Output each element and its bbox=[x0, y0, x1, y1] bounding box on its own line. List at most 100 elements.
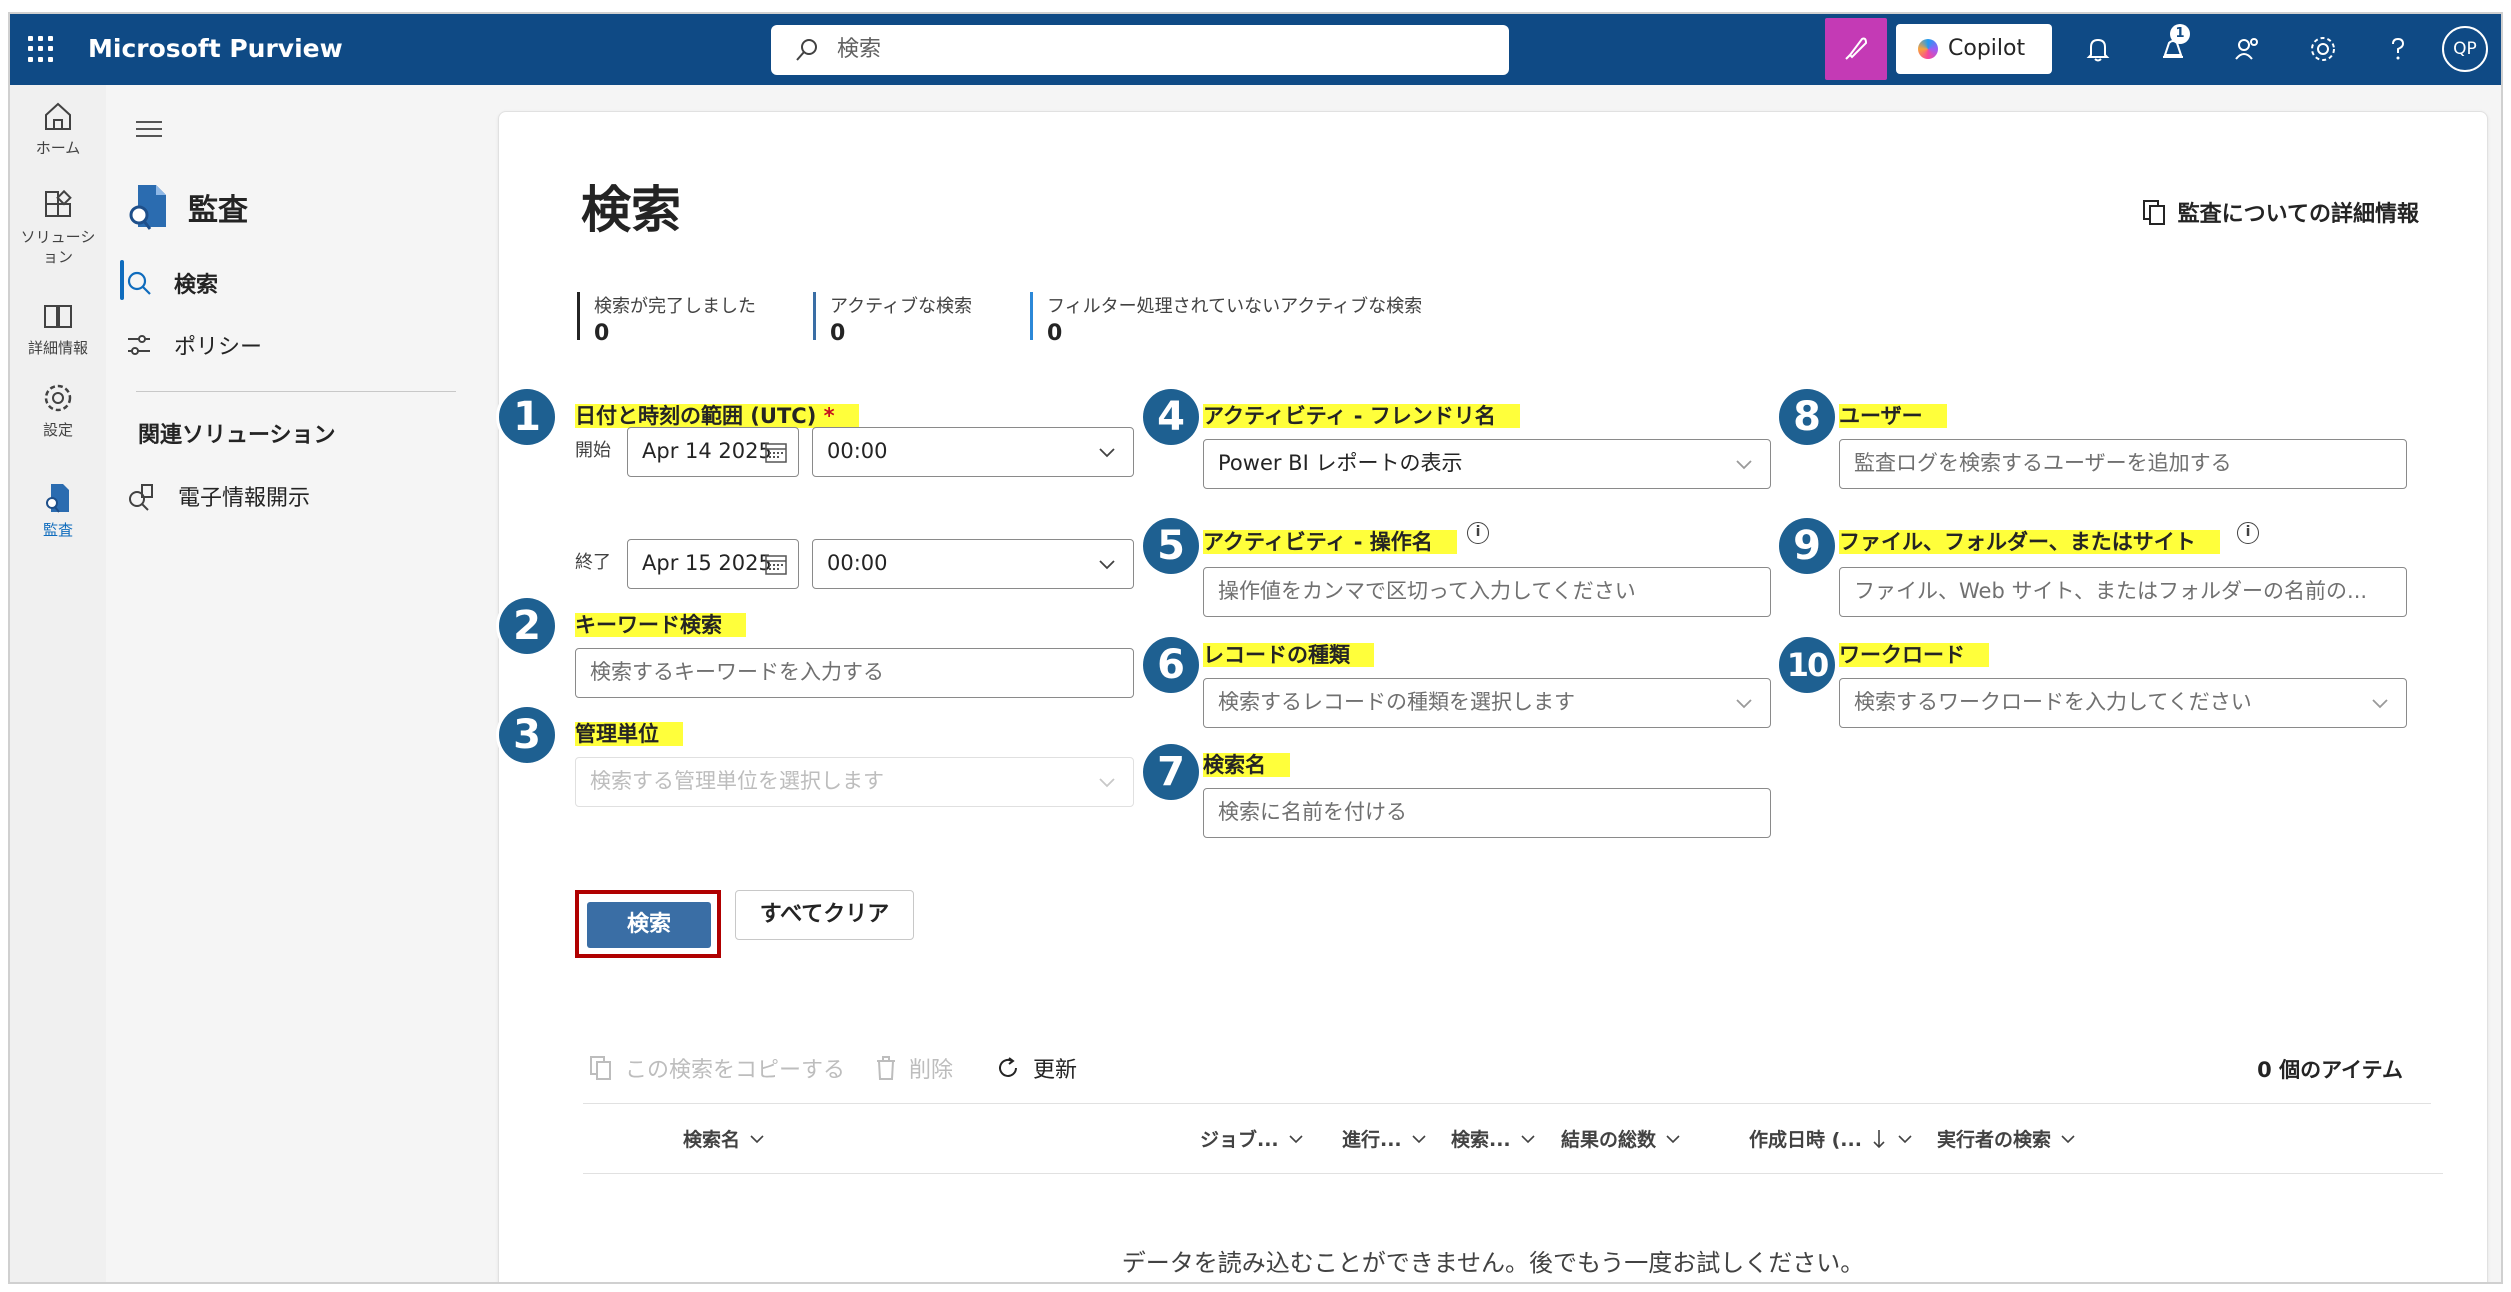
rail-item-settings[interactable]: 設定 bbox=[10, 381, 106, 440]
help-icon[interactable] bbox=[2380, 31, 2416, 67]
column-header-progress[interactable]: 進行... bbox=[1342, 1125, 1428, 1152]
rail-item-learn[interactable]: 詳細情報 bbox=[10, 299, 106, 358]
record-type-label-text: レコードの種類 bbox=[1203, 643, 1374, 667]
column-header-search-name[interactable]: 検索名 bbox=[683, 1125, 766, 1152]
users-label-text: ユーザー bbox=[1839, 404, 1947, 428]
workload-dropdown[interactable]: 検索するワークロードを入力してください bbox=[1839, 678, 2407, 728]
nav-item-ediscovery[interactable]: 電子情報開示 bbox=[126, 480, 310, 512]
chevron-down-icon bbox=[1099, 560, 1115, 570]
toolbar-divider bbox=[583, 1103, 2431, 1104]
record-type-dropdown[interactable]: 検索するレコードの種類を選択します bbox=[1203, 678, 1771, 728]
start-date-value: Apr 14 2025 bbox=[642, 439, 772, 463]
sort-descending-icon bbox=[1873, 1129, 1885, 1148]
settings-gear-icon[interactable] bbox=[2305, 31, 2341, 67]
learn-more-link[interactable]: 監査についての詳細情報 bbox=[2142, 196, 2419, 228]
step-number-6: 6 bbox=[1143, 637, 1199, 693]
rail-item-home[interactable]: ホーム bbox=[10, 99, 106, 158]
rail-item-solutions[interactable]: ソリューション bbox=[10, 189, 106, 267]
stat-active: アクティブな検索 0 bbox=[813, 292, 972, 346]
navigation-panel: 監査 検索 ポリシー 関連ソリューション 電子情報開示 bbox=[106, 85, 471, 1282]
item-count: 0 個のアイテム bbox=[2257, 1058, 2403, 1082]
notifications-bell-icon[interactable] bbox=[2080, 31, 2116, 67]
people-icon[interactable] bbox=[2230, 31, 2266, 67]
step-number-7: 7 bbox=[1143, 744, 1199, 800]
app-title[interactable]: Microsoft Purview bbox=[88, 34, 343, 63]
keyword-input[interactable]: 検索するキーワードを入力する bbox=[575, 648, 1134, 698]
users-placeholder: 監査ログを検索するユーザーを追加する bbox=[1854, 451, 2232, 475]
rail-label-home: ホーム bbox=[35, 139, 81, 157]
column-header-search-type[interactable]: 検索... bbox=[1451, 1125, 1537, 1152]
column-header-created[interactable]: 作成日時 (... bbox=[1749, 1125, 1914, 1152]
column-label: 実行者の検索 bbox=[1937, 1129, 2052, 1151]
user-avatar[interactable]: QP bbox=[2442, 26, 2488, 72]
copy-icon bbox=[590, 1056, 611, 1080]
copy-search-button[interactable]: この検索をコピーする bbox=[589, 1052, 845, 1084]
step-number-8: 8 bbox=[1779, 389, 1835, 445]
nav-item-policy[interactable]: ポリシー bbox=[126, 329, 262, 361]
nav-title-text: 監査 bbox=[188, 193, 248, 228]
copilot-label: Copilot bbox=[1948, 36, 2026, 61]
clear-all-button[interactable]: すべてクリア bbox=[735, 890, 914, 940]
calendar-icon[interactable] bbox=[764, 440, 788, 464]
nav-item-ediscovery-label: 電子情報開示 bbox=[178, 486, 311, 511]
activity-operation-placeholder: 操作値をカンマで区切って入力してください bbox=[1218, 579, 1636, 603]
start-time-dropdown[interactable]: 00:00 bbox=[812, 427, 1134, 477]
activity-friendly-label: アクティビティ - フレンドリ名 bbox=[1203, 400, 1520, 430]
column-header-run-by[interactable]: 実行者の検索 bbox=[1937, 1125, 2077, 1152]
copilot-button[interactable]: Copilot bbox=[1896, 24, 2052, 74]
delete-label: 削除 bbox=[909, 1058, 954, 1083]
admin-units-dropdown[interactable]: 検索する管理単位を選択します bbox=[575, 757, 1134, 807]
whats-new-button[interactable] bbox=[1825, 18, 1887, 80]
nav-item-search-label: 検索 bbox=[174, 273, 219, 298]
column-header-total-results[interactable]: 結果の総数 bbox=[1561, 1125, 1682, 1152]
copy-search-label: この検索をコピーする bbox=[625, 1058, 846, 1083]
admin-units-label-text: 管理単位 bbox=[575, 722, 683, 746]
calendar-icon[interactable] bbox=[764, 552, 788, 576]
page-title: 検索 bbox=[581, 181, 681, 239]
activity-operation-label-text: アクティビティ - 操作名 bbox=[1203, 530, 1457, 554]
chevron-down-icon bbox=[1412, 1134, 1426, 1143]
nav-title: 監査 bbox=[126, 183, 248, 231]
collapse-menu-icon[interactable] bbox=[136, 121, 162, 142]
date-range-label: 日付と時刻の範囲 (UTC) * bbox=[575, 400, 859, 430]
rail-label-settings: 設定 bbox=[42, 421, 73, 439]
ediscovery-icon bbox=[129, 484, 153, 511]
chevron-down-icon bbox=[750, 1134, 764, 1143]
search-button-highlight: 検索 bbox=[575, 890, 721, 958]
activity-friendly-dropdown[interactable]: Power BI レポートの表示 bbox=[1203, 439, 1771, 489]
rail-label-learn: 詳細情報 bbox=[27, 339, 88, 357]
activity-friendly-label-text: アクティビティ - フレンドリ名 bbox=[1203, 404, 1520, 428]
end-time-dropdown[interactable]: 00:00 bbox=[812, 539, 1134, 589]
start-date-picker[interactable]: Apr 14 2025 bbox=[627, 427, 799, 477]
file-folder-site-input[interactable]: ファイル、Web サイト、またはフォルダーの名前の... bbox=[1839, 567, 2407, 617]
chevron-down-icon bbox=[1289, 1134, 1303, 1143]
delete-button[interactable]: 削除 bbox=[875, 1052, 953, 1084]
column-label: 結果の総数 bbox=[1561, 1129, 1657, 1151]
chevron-down-icon bbox=[2061, 1134, 2075, 1143]
workload-placeholder: 検索するワークロードを入力してください bbox=[1854, 690, 2252, 714]
chevron-down-icon bbox=[1736, 460, 1752, 470]
nav-item-search[interactable]: 検索 bbox=[126, 267, 218, 299]
app-launcher-icon[interactable] bbox=[28, 36, 54, 62]
refresh-icon bbox=[999, 1057, 1017, 1077]
activity-operation-input[interactable]: 操作値をカンマで区切って入力してください bbox=[1203, 567, 1771, 617]
info-icon[interactable]: i bbox=[1467, 522, 1489, 544]
column-label: 進行... bbox=[1342, 1129, 1402, 1151]
nav-item-policy-label: ポリシー bbox=[174, 335, 263, 360]
start-label: 開始 bbox=[575, 440, 611, 461]
end-time-value: 00:00 bbox=[827, 551, 888, 575]
global-search-input[interactable]: 検索 bbox=[771, 25, 1509, 75]
rail-item-audit[interactable]: 監査 bbox=[10, 481, 106, 540]
refresh-button[interactable]: 更新 bbox=[995, 1052, 1077, 1084]
stat-completed: 検索が完了しました 0 bbox=[577, 292, 756, 346]
users-input[interactable]: 監査ログを検索するユーザーを追加する bbox=[1839, 439, 2407, 489]
rail-label-solutions: ソリューション bbox=[20, 228, 96, 266]
search-name-input[interactable]: 検索に名前を付ける bbox=[1203, 788, 1771, 838]
chevron-down-icon bbox=[1099, 778, 1115, 788]
column-header-job[interactable]: ジョブ... bbox=[1200, 1125, 1305, 1152]
info-icon[interactable]: i bbox=[2237, 522, 2259, 544]
global-search-placeholder: 検索 bbox=[837, 37, 882, 62]
search-button[interactable]: 検索 bbox=[587, 902, 711, 948]
search-name-label-text: 検索名 bbox=[1203, 753, 1290, 777]
end-date-picker[interactable]: Apr 15 2025 bbox=[627, 539, 799, 589]
